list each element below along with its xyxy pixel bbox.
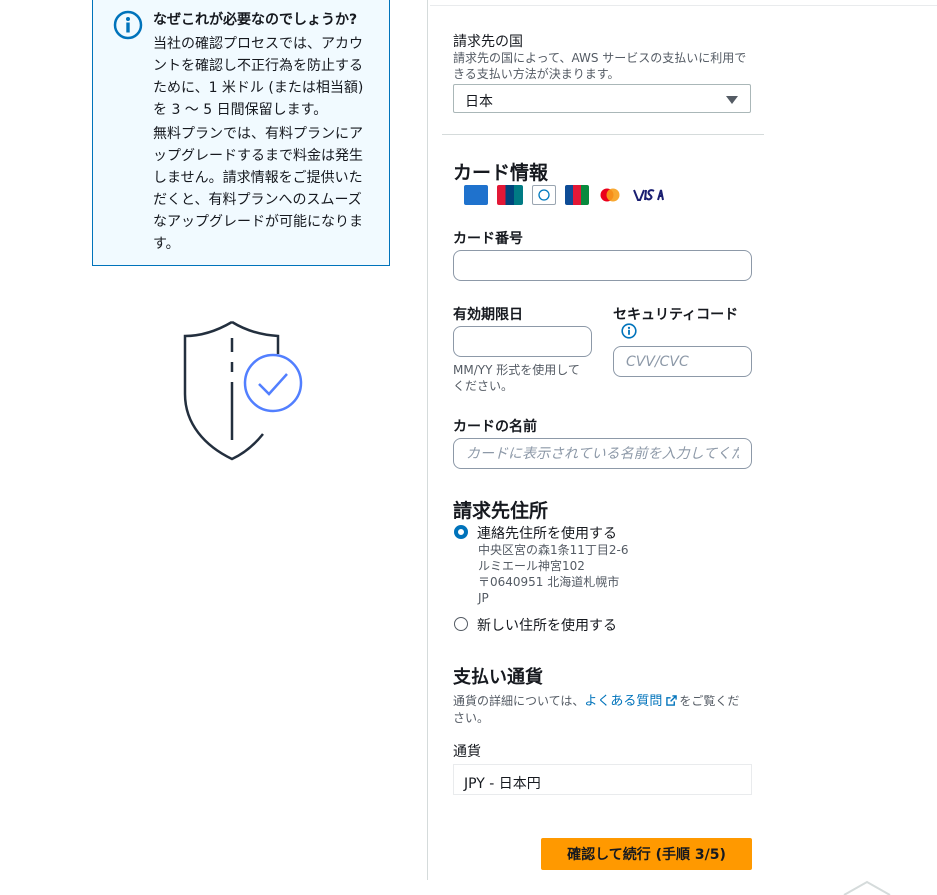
currency-value: JPY - 日本円 [464, 776, 541, 792]
billing-country-description: 請求先の国によって、AWS サービスの支払いに利用で きる支払い方法が決まります。 [453, 51, 747, 81]
faq-link[interactable]: よくある質問 [584, 694, 662, 709]
decorative-shape [843, 880, 891, 895]
card-number-label: カード番号 [453, 231, 523, 247]
top-divider [430, 5, 937, 6]
card-number-input[interactable] [453, 250, 752, 281]
diners-club-logo-icon [532, 185, 556, 205]
card-info-heading: カード情報 [453, 162, 549, 184]
billing-address-heading: 請求先住所 [453, 500, 549, 522]
payment-currency-heading: 支払い通貨 [453, 667, 543, 688]
contact-address: 中央区宮の森1条11丁目2-6 ルミエール神宮102 〒0640951 北海道札… [478, 543, 629, 605]
section-divider [442, 134, 764, 135]
billing-country-label: 請求先の国 [453, 34, 523, 50]
radio-use-contact-address[interactable] [454, 525, 468, 539]
unionpay-logo-icon [497, 185, 523, 205]
card-name-label: カードの名前 [453, 419, 537, 435]
currency-description: 通貨の詳細については、よくある質問 をご覧くだ さい。 [453, 694, 740, 725]
security-code-label: セキュリティコード [613, 307, 739, 323]
shield-check-icon [183, 320, 303, 461]
info-icon [113, 10, 143, 40]
info-paragraph-1: 当社の確認プロセスでは、アカウ ントを確認し不正行為を防止する ために、1 米ドル… [153, 36, 364, 118]
use-contact-address-label[interactable]: 連絡先住所を使用する [477, 523, 617, 543]
currency-select[interactable]: JPY - 日本円 [453, 764, 752, 795]
info-icon[interactable] [621, 323, 637, 339]
info-title: なぜこれが必要なのでしょうか? [153, 12, 358, 28]
expiry-input[interactable] [453, 326, 592, 357]
card-name-input[interactable] [453, 438, 752, 469]
column-divider [427, 0, 428, 880]
jcb-logo-icon [565, 185, 589, 205]
billing-country-select[interactable]: 日本 [453, 84, 751, 113]
currency-label: 通貨 [453, 744, 481, 760]
card-brand-logos [464, 185, 667, 205]
expiry-hint: MM/YY 形式を使用して ください。 [453, 363, 580, 393]
caret-down-icon [726, 96, 738, 104]
continue-button[interactable]: 確認して続行 (手順 3/5) [541, 838, 752, 870]
external-link-icon [666, 695, 678, 706]
visa-logo-icon [631, 185, 667, 205]
radio-use-new-address[interactable] [454, 617, 468, 631]
mastercard-logo-icon [598, 185, 622, 205]
amex-logo-icon [464, 185, 488, 205]
expiry-label: 有効期限日 [453, 307, 523, 323]
use-new-address-label[interactable]: 新しい住所を使用する [477, 615, 617, 635]
billing-country-value: 日本 [465, 94, 493, 110]
security-code-input[interactable] [613, 346, 752, 377]
info-paragraph-2: 無料プランでは、有料プランにア ップグレードするまで料金は発生 しません。請求情報… [153, 126, 363, 252]
